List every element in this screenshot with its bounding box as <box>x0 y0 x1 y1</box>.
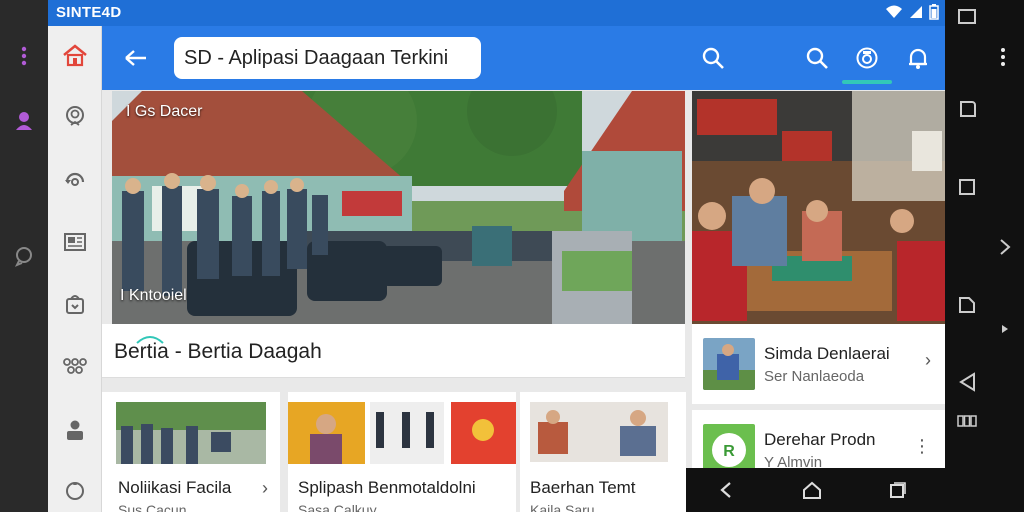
hero-news-image[interactable]: I Gs Dacer I Kntooiel <box>112 91 685 324</box>
chat-bubble-icon[interactable] <box>0 236 48 276</box>
card-subtitle: Kaila Saru <box>530 502 595 512</box>
tab-switch-icon[interactable] <box>947 92 987 126</box>
document-icon[interactable] <box>947 288 987 322</box>
news-card[interactable]: Splipash Benmotaldolni Sasa Calkuy <box>288 392 516 512</box>
hero-top-label: I Gs Dacer <box>126 103 203 120</box>
home-icon[interactable] <box>48 36 102 76</box>
nav-home-icon[interactable] <box>792 476 832 504</box>
community-icon[interactable] <box>48 346 102 386</box>
search-alt-icon[interactable] <box>803 44 831 72</box>
side-news-image[interactable] <box>692 91 945 324</box>
window-icon[interactable] <box>947 0 987 34</box>
app-bar: SD - Aplipasi Daagaan Terkini <box>102 26 945 90</box>
location-icon[interactable] <box>48 472 102 512</box>
card-image <box>116 402 266 464</box>
square-icon[interactable] <box>947 170 987 204</box>
overflow-menu-icon[interactable] <box>983 40 1023 74</box>
nav-back-icon[interactable] <box>706 476 746 504</box>
svg-text:R: R <box>723 443 735 460</box>
shopping-bag-icon[interactable] <box>48 284 102 324</box>
more-vert-icon[interactable] <box>0 36 48 76</box>
wifi-icon <box>885 5 903 24</box>
card-subtitle: Sasa Calkuy <box>298 502 377 512</box>
more-vert-icon[interactable]: ⋮ <box>913 436 931 457</box>
app-title-field[interactable]: SD - Aplipasi Daagaan Terkini <box>174 37 481 79</box>
hero-bottom-label: I Kntooiel <box>120 287 187 304</box>
content-area: I Gs Dacer I Kntooiel Bertia - Bertia Da… <box>102 90 945 512</box>
card-subtitle: Sus Cacun <box>118 502 187 512</box>
person-icon[interactable] <box>48 410 102 450</box>
right-system-strip <box>945 0 1024 512</box>
camera-icon[interactable] <box>853 44 881 72</box>
list-item[interactable]: Simda Denlaerai Ser Nanlaeoda › <box>692 324 945 404</box>
list-item-title: Derehar Prodn <box>764 430 876 449</box>
news-card[interactable]: Baerhan Temt Kaila Saru <box>520 392 686 512</box>
status-bar: SINTE4D <box>48 0 945 26</box>
signal-icon <box>909 5 923 24</box>
list-thumb <box>703 338 755 390</box>
back-triangle-icon[interactable] <box>947 365 987 399</box>
back-arrow-icon[interactable] <box>122 44 150 72</box>
refresh-icon[interactable] <box>48 160 102 200</box>
app-sidebar <box>48 26 102 512</box>
card-title: Noliikasi Facila <box>118 478 232 497</box>
search-circle-icon[interactable] <box>48 96 102 136</box>
card-title: Baerhan Temt <box>530 478 636 497</box>
chevron-right-icon[interactable]: › <box>262 478 268 499</box>
arrow-right-small-icon[interactable] <box>985 312 1024 346</box>
section-title: Bertia - Bertia Daagah <box>114 340 322 363</box>
card-image <box>530 402 668 462</box>
grid-icon[interactable] <box>947 404 987 438</box>
news-icon[interactable] <box>48 222 102 262</box>
list-item-title: Simda Denlaerai <box>764 344 890 363</box>
app-title: SD - Aplipasi Daagaan Terkini <box>184 46 449 69</box>
list-item-subtitle: Ser Nanlaeoda <box>764 368 865 385</box>
battery-icon <box>929 4 939 25</box>
bottom-system-nav <box>686 468 945 512</box>
nav-recents-icon[interactable] <box>878 476 918 504</box>
card-image <box>288 402 516 464</box>
status-bar-brand: SINTE4D <box>56 4 122 21</box>
search-icon[interactable] <box>699 44 727 72</box>
left-system-strip <box>0 0 48 512</box>
chevron-right-icon[interactable]: › <box>925 350 931 371</box>
active-tab-indicator <box>842 80 892 84</box>
news-card[interactable]: Noliikasi Facila Sus Cacun › <box>102 392 280 512</box>
chevron-right-icon[interactable] <box>985 230 1024 264</box>
card-title: Splipash Benmotaldolni <box>298 478 476 497</box>
section-header: Bertia - Bertia Daagah <box>102 324 685 378</box>
profile-icon[interactable] <box>0 100 48 140</box>
notification-bell-icon[interactable] <box>904 44 932 72</box>
